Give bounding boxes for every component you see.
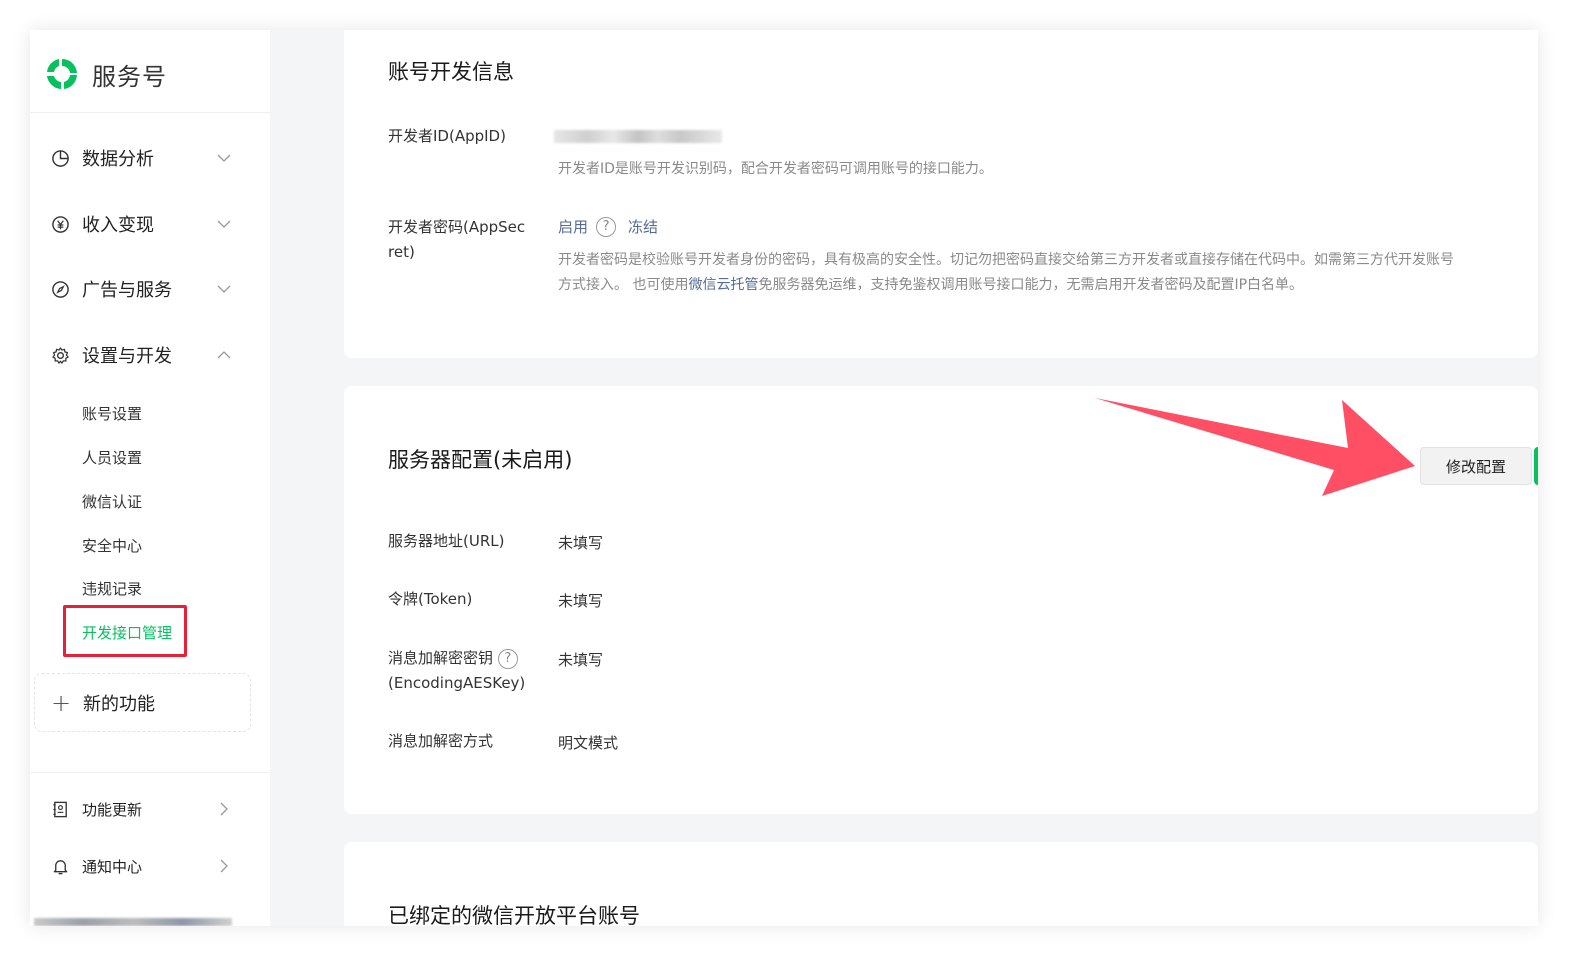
app-window: 服务号 数据分析 收入变现 广告与服务 设置与开发 账号设置 人员设置 微信认证…	[30, 30, 1538, 926]
plus-icon: +	[51, 688, 72, 717]
aeskey-label-line1: 消息加解密密钥	[388, 649, 494, 667]
bound-platform-card: 已绑定的微信开放平台账号	[344, 842, 1538, 926]
gear-icon	[50, 345, 70, 365]
pie-chart-icon	[50, 148, 70, 168]
highlight-box	[63, 605, 187, 657]
appsecret-description: 开发者密码是校验账号开发者身份的密码，具有极高的安全性。切记勿把密码直接交给第三…	[558, 248, 1538, 298]
server-config-title: 服务器配置(未启用)	[388, 448, 573, 472]
enable-button-edge[interactable]	[1534, 447, 1538, 485]
divider	[30, 112, 270, 113]
sub-item-violation-records[interactable]: 违规记录	[82, 576, 142, 600]
nav-label: 通知中心	[82, 857, 143, 876]
chevron-down-icon	[216, 216, 232, 232]
nav-label: 数据分析	[82, 149, 154, 170]
app-title: 服务号	[92, 62, 167, 91]
help-icon[interactable]: ?	[596, 216, 617, 237]
nav-label: 功能更新	[82, 800, 143, 819]
nav-label: 广告与服务	[82, 280, 172, 301]
chevron-up-icon	[216, 347, 232, 363]
service-account-logo-icon	[47, 58, 77, 89]
book-icon	[50, 799, 70, 819]
sub-item-wechat-verify[interactable]: 微信认证	[82, 489, 142, 513]
appid-description: 开发者ID是账号开发识别码，配合开发者密码可调用账号的接口能力。	[558, 161, 993, 177]
logo[interactable]: 服务号	[44, 54, 167, 94]
appid-value-blurred	[554, 130, 722, 143]
enable-secret-link[interactable]: 启用	[558, 216, 588, 237]
server-url-value: 未填写	[558, 534, 604, 552]
sub-item-account-settings[interactable]: 账号设置	[82, 401, 142, 425]
sub-item-member-settings[interactable]: 人员设置	[82, 445, 142, 469]
modify-config-button[interactable]: 修改配置	[1420, 447, 1532, 485]
appid-label: 开发者ID(AppID)	[388, 127, 506, 145]
nav-label: 收入变现	[82, 215, 154, 236]
chevron-right-icon	[216, 858, 232, 874]
nav-ads-services[interactable]: 广告与服务	[30, 269, 270, 309]
chevron-right-icon	[216, 801, 232, 817]
chevron-down-icon	[216, 150, 232, 166]
encrypt-mode-value: 明文模式	[558, 734, 619, 752]
encrypt-mode-label: 消息加解密方式	[388, 732, 494, 750]
new-feature-button[interactable]: + 新的功能	[34, 673, 251, 732]
nav-notification-center[interactable]: 通知中心	[30, 851, 270, 881]
freeze-secret-link[interactable]: 冻结	[628, 216, 658, 237]
nav-income[interactable]: 收入变现	[30, 204, 270, 244]
chevron-down-icon	[216, 281, 232, 297]
sub-item-security-center[interactable]: 安全中心	[82, 533, 142, 557]
dev-info-title: 账号开发信息	[388, 60, 514, 84]
dev-info-card: 账号开发信息 开发者ID(AppID) 开发者ID是账号开发识别码，配合开发者密…	[344, 30, 1538, 358]
bound-platform-title: 已绑定的微信开放平台账号	[388, 904, 640, 926]
token-value: 未填写	[558, 592, 604, 610]
divider	[30, 772, 270, 773]
appsecret-label-line1: 开发者密码(AppSec	[388, 218, 526, 236]
nav-settings-dev[interactable]: 设置与开发	[30, 335, 270, 375]
aeskey-value: 未填写	[558, 651, 604, 669]
token-label: 令牌(Token)	[388, 590, 473, 608]
appsecret-label-line2: ret)	[388, 243, 415, 261]
new-feature-label: 新的功能	[83, 693, 155, 715]
compass-icon	[50, 279, 70, 299]
aeskey-label-line2: (EncodingAESKey)	[388, 674, 526, 692]
appsecret-actions: 启用 ? 冻结	[558, 216, 658, 237]
yen-icon	[50, 214, 70, 234]
help-icon[interactable]: ?	[497, 648, 518, 669]
appsecret-label: 开发者密码(AppSec ret)	[388, 215, 525, 265]
nav-label: 设置与开发	[82, 346, 172, 367]
blurred-account-info	[34, 918, 232, 926]
nav-feature-updates[interactable]: 功能更新	[30, 794, 270, 824]
wechat-cloud-hosting-link[interactable]: 微信云托管	[688, 277, 758, 293]
appsecret-desc-line2-post: 免服务器免运维，支持免鉴权调用账号接口能力，无需启用开发者密码及配置IP白名单。	[758, 277, 1304, 293]
aeskey-label: 消息加解密密钥 ? (EncodingAESKey)	[388, 646, 525, 696]
bell-icon	[50, 856, 70, 876]
server-url-label: 服务器地址(URL)	[388, 532, 505, 550]
appsecret-desc-line1: 开发者密码是校验账号开发者身份的密码，具有极高的安全性。切记勿把密码直接交给第三…	[558, 252, 1454, 268]
appsecret-desc-line2-pre: 方式接入。 也可使用	[558, 277, 689, 293]
server-config-card: 服务器配置(未启用) 修改配置 服务器地址(URL) 未填写 令牌(Token)…	[344, 386, 1538, 814]
nav-data-analysis[interactable]: 数据分析	[30, 138, 270, 178]
sidebar: 服务号 数据分析 收入变现 广告与服务 设置与开发 账号设置 人员设置 微信认证…	[30, 30, 270, 926]
